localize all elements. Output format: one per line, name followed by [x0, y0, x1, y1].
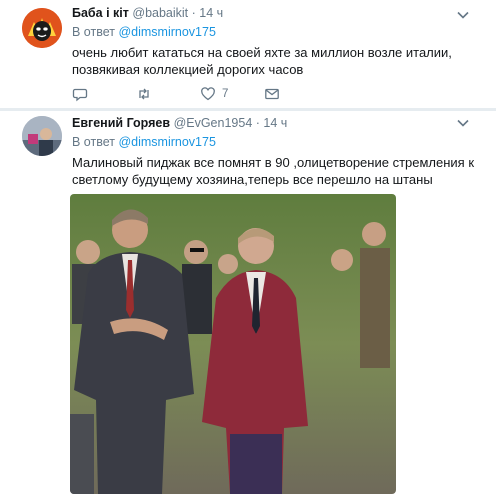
tweet-text: очень любит кататься на своей яхте за ми…	[72, 45, 452, 77]
tweet-actions: 7	[72, 84, 472, 104]
handle[interactable]: @babaikit	[132, 6, 188, 20]
timestamp[interactable]: 14 ч	[199, 6, 223, 20]
reply-context: В ответ @dimsmirnov175	[72, 25, 216, 39]
chevron-down-icon[interactable]	[456, 8, 470, 22]
tweet-header: Баба і кіт @babaikit · 14 ч	[72, 6, 223, 20]
reply-button[interactable]	[72, 84, 88, 104]
avatar-image	[22, 8, 62, 48]
reply-icon	[72, 88, 88, 102]
reply-prefix: В ответ	[72, 135, 115, 149]
handle[interactable]: @EvGen1954	[174, 116, 253, 130]
like-button[interactable]: 7	[200, 84, 228, 104]
separator-dot: ·	[255, 116, 260, 130]
message-button[interactable]	[264, 84, 280, 104]
like-count: 7	[222, 88, 229, 100]
photo-image	[70, 194, 396, 494]
retweet-icon	[139, 88, 149, 100]
display-name[interactable]: Баба і кіт	[72, 6, 129, 20]
reply-mention-link[interactable]: @dimsmirnov175	[118, 135, 215, 149]
message-icon	[265, 88, 279, 100]
retweet-button[interactable]	[136, 84, 152, 104]
like-icon	[201, 87, 215, 101]
timestamp[interactable]: 14 ч	[263, 116, 287, 130]
chevron-down-icon[interactable]	[456, 116, 470, 130]
tweet-1: Баба і кіт @babaikit · 14 ч В ответ @dim…	[0, 0, 496, 110]
avatar[interactable]	[22, 8, 62, 48]
reply-mention-link[interactable]: @dimsmirnov175	[118, 25, 215, 39]
tweet-text: Малиновый пиджак все помнят в 90 ,олицет…	[72, 155, 475, 187]
tweet-photo[interactable]	[70, 194, 396, 494]
separator-dot: ·	[191, 6, 196, 20]
reply-prefix: В ответ	[72, 25, 115, 39]
tweet-header: Евгений Горяев @EvGen1954 · 14 ч	[72, 116, 287, 130]
reply-context: В ответ @dimsmirnov175	[72, 135, 216, 149]
display-name[interactable]: Евгений Горяев	[72, 116, 170, 130]
avatar[interactable]	[22, 116, 62, 156]
avatar-image	[22, 116, 62, 156]
